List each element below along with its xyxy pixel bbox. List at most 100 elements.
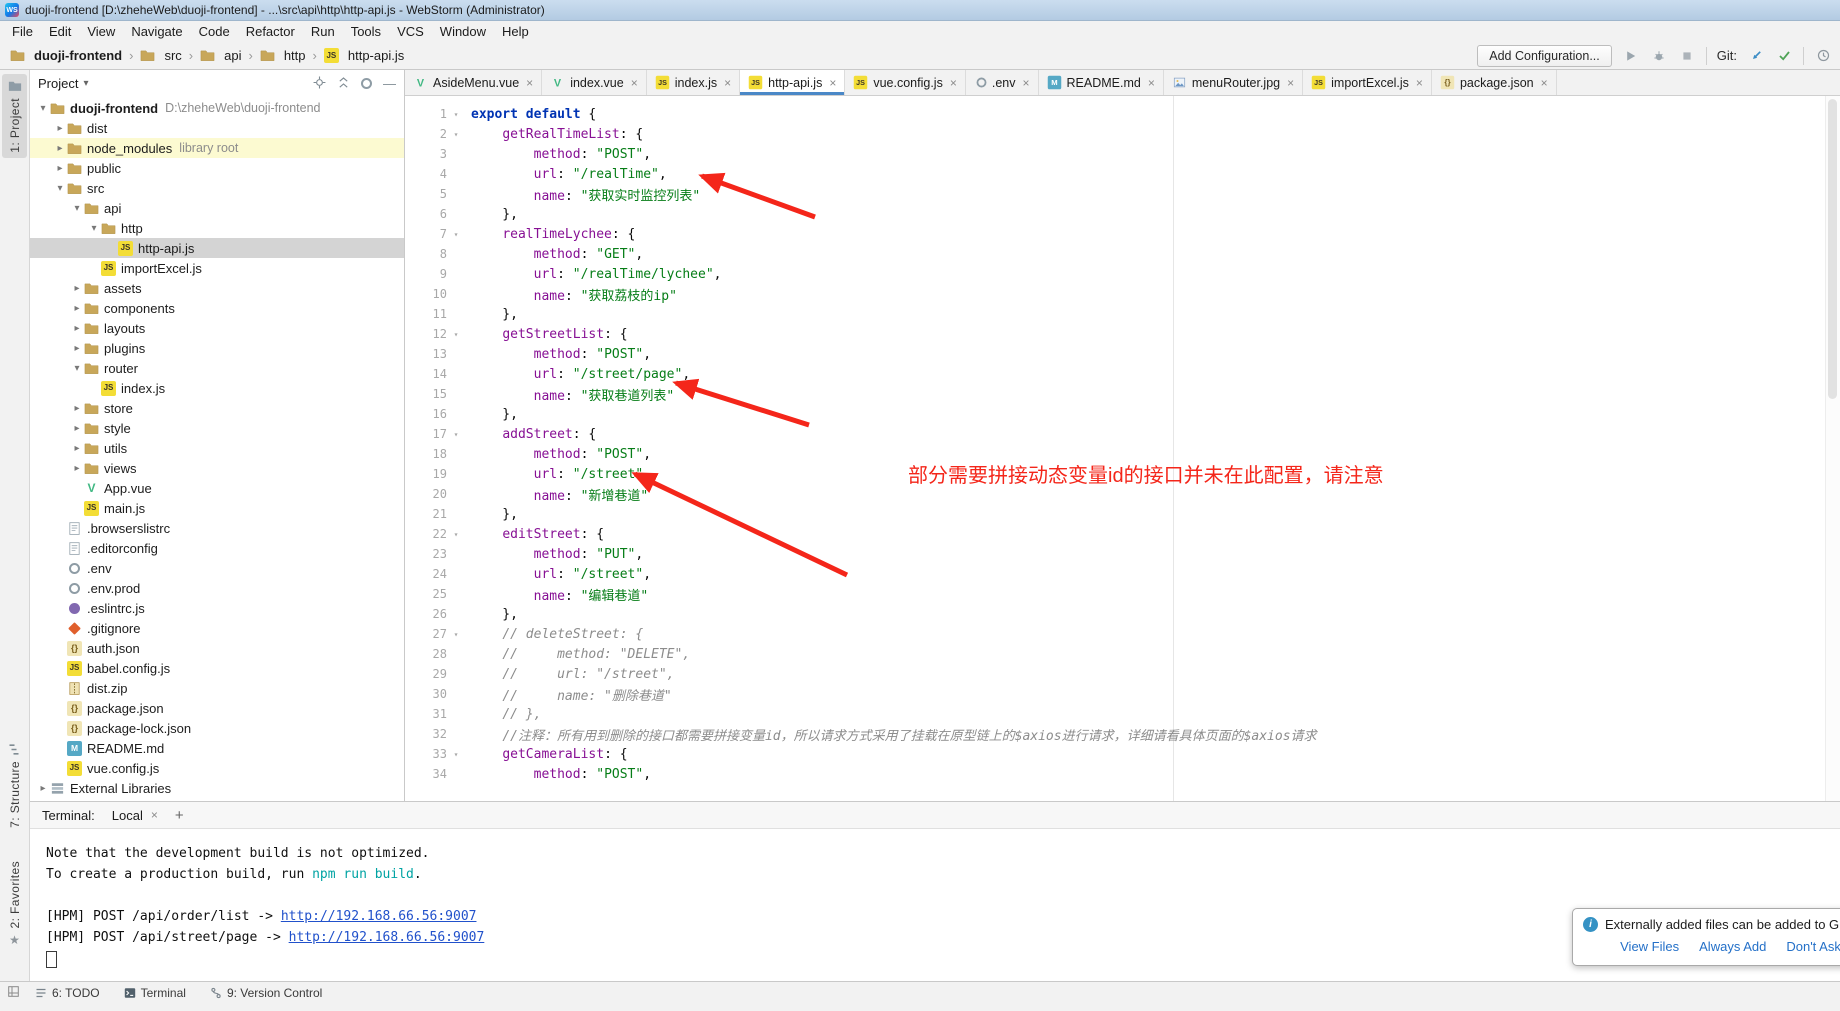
tab-menurouter-jpg[interactable]: menuRouter.jpg× xyxy=(1164,70,1303,95)
fold-region-icon[interactable]: ▾ xyxy=(447,130,465,139)
git-update-icon[interactable] xyxy=(1747,47,1765,65)
close-tab-icon[interactable]: × xyxy=(950,76,957,90)
tree-item-env[interactable]: .env xyxy=(30,558,404,578)
tree-item-browserslistrc[interactable]: .browserslistrc xyxy=(30,518,404,538)
code-line-32[interactable]: 32 //注释：所有用到删除的接口都需要拼接变量id，所以请求方式采用了挂载在原… xyxy=(405,724,1826,744)
editor[interactable]: 1▾export default {2▾ getRealTimeList: {3… xyxy=(405,96,1840,801)
tree-item-readme-md[interactable]: MREADME.md xyxy=(30,738,404,758)
tree-item-style[interactable]: ▸style xyxy=(30,418,404,438)
menu-file[interactable]: File xyxy=(4,21,41,42)
history-clock-icon[interactable] xyxy=(1814,47,1832,65)
scrollbar-thumb[interactable] xyxy=(1828,99,1837,399)
locate-file-icon[interactable] xyxy=(313,76,326,92)
status-6-todo[interactable]: 6: TODO xyxy=(35,986,100,1000)
tree-item-http-api-js[interactable]: JShttp-api.js xyxy=(30,238,404,258)
tree-collapse-icon[interactable]: ▾ xyxy=(87,223,101,234)
tree-collapse-icon[interactable]: ▾ xyxy=(70,363,84,374)
git-commit-icon[interactable] xyxy=(1775,47,1793,65)
collapse-all-icon[interactable] xyxy=(337,76,350,92)
code-line-6[interactable]: 6 }, xyxy=(405,204,1826,224)
tree-item-components[interactable]: ▸components xyxy=(30,298,404,318)
tree-item-index-js[interactable]: JSindex.js xyxy=(30,378,404,398)
tree-item-gitignore[interactable]: .gitignore xyxy=(30,618,404,638)
close-tab-icon[interactable]: × xyxy=(829,76,836,90)
tree-item-package-json[interactable]: {}package.json xyxy=(30,698,404,718)
tab-importexcel-js[interactable]: JSimportExcel.js× xyxy=(1303,70,1432,95)
tree-item-duoji-frontend[interactable]: ▾duoji-frontendD:\zheheWeb\duoji-fronten… xyxy=(30,98,404,118)
tree-expand-icon[interactable]: ▸ xyxy=(53,143,67,154)
code-line-34[interactable]: 34 method: "POST", xyxy=(405,764,1826,784)
close-tab-icon[interactable]: × xyxy=(526,76,533,90)
tree-item-node-modules[interactable]: ▸node_moduleslibrary root xyxy=(30,138,404,158)
hide-panel-icon[interactable]: — xyxy=(383,79,396,89)
menu-window[interactable]: Window xyxy=(432,21,494,42)
tab-package-json[interactable]: {}package.json× xyxy=(1432,70,1557,95)
tree-item-auth-json[interactable]: {}auth.json xyxy=(30,638,404,658)
tree-item-assets[interactable]: ▸assets xyxy=(30,278,404,298)
fold-region-icon[interactable]: ▾ xyxy=(447,530,465,539)
tree-expand-icon[interactable]: ▸ xyxy=(70,423,84,434)
tree-item-app-vue[interactable]: VApp.vue xyxy=(30,478,404,498)
menu-tools[interactable]: Tools xyxy=(343,21,389,42)
tree-expand-icon[interactable]: ▸ xyxy=(70,323,84,334)
terminal-output[interactable]: Note that the development build is not o… xyxy=(30,829,1840,972)
code-line-3[interactable]: 3 method: "POST", xyxy=(405,144,1826,164)
fold-region-icon[interactable]: ▾ xyxy=(447,630,465,639)
code-line-1[interactable]: 1▾export default { xyxy=(405,104,1826,124)
stop-icon[interactable] xyxy=(1678,47,1696,65)
tree-item-store[interactable]: ▸store xyxy=(30,398,404,418)
toolwindow-button-2-favorites[interactable]: 2: Favorites★ xyxy=(2,856,27,951)
tree-item-dist-zip[interactable]: dist.zip xyxy=(30,678,404,698)
tree-expand-icon[interactable]: ▸ xyxy=(70,303,84,314)
close-tab-icon[interactable]: × xyxy=(1416,76,1423,90)
tree-item-plugins[interactable]: ▸plugins xyxy=(30,338,404,358)
code-line-21[interactable]: 21 }, xyxy=(405,504,1826,524)
tree-item-http[interactable]: ▾http xyxy=(30,218,404,238)
tree-expand-icon[interactable]: ▸ xyxy=(70,463,84,474)
tree-expand-icon[interactable]: ▸ xyxy=(36,783,50,794)
tab-vue-config-js[interactable]: JSvue.config.js× xyxy=(845,70,966,95)
tree-collapse-icon[interactable]: ▾ xyxy=(70,203,84,214)
tab-http-api-js[interactable]: JShttp-api.js× xyxy=(740,70,845,95)
code-line-16[interactable]: 16 }, xyxy=(405,404,1826,424)
tree-expand-icon[interactable]: ▸ xyxy=(70,343,84,354)
breadcrumb-http-api-js[interactable]: JShttp-api.js xyxy=(322,47,406,64)
tree-item-layouts[interactable]: ▸layouts xyxy=(30,318,404,338)
tab-asidemenu-vue[interactable]: VAsideMenu.vue× xyxy=(405,70,542,95)
code-line-24[interactable]: 24 url: "/street", xyxy=(405,564,1826,584)
menu-vcs[interactable]: VCS xyxy=(389,21,432,42)
code-line-15[interactable]: 15 name: "获取巷道列表" xyxy=(405,384,1826,404)
menu-navigate[interactable]: Navigate xyxy=(123,21,190,42)
terminal-link[interactable]: http://192.168.66.56:9007 xyxy=(289,930,485,945)
terminal-tab-local[interactable]: Local × xyxy=(107,802,163,828)
notification-action-don-t-ask-again[interactable]: Don't Ask Again xyxy=(1786,939,1840,954)
tree-collapse-icon[interactable]: ▾ xyxy=(36,103,50,114)
notification-action-view-files[interactable]: View Files xyxy=(1620,939,1679,954)
code-line-31[interactable]: 31 // }, xyxy=(405,704,1826,724)
code-line-25[interactable]: 25 name: "编辑巷道" xyxy=(405,584,1826,604)
code-line-27[interactable]: 27▾ // deleteStreet: { xyxy=(405,624,1826,644)
code-line-2[interactable]: 2▾ getRealTimeList: { xyxy=(405,124,1826,144)
fold-region-icon[interactable]: ▾ xyxy=(447,110,465,119)
code-line-11[interactable]: 11 }, xyxy=(405,304,1826,324)
run-icon[interactable] xyxy=(1622,47,1640,65)
new-terminal-tab-button[interactable]: + xyxy=(175,807,184,824)
tree-item-src[interactable]: ▾src xyxy=(30,178,404,198)
tree-item-external-libraries[interactable]: ▸External Libraries xyxy=(30,778,404,798)
tree-item-editorconfig[interactable]: .editorconfig xyxy=(30,538,404,558)
tree-item-eslintrc-js[interactable]: .eslintrc.js xyxy=(30,598,404,618)
tree-collapse-icon[interactable]: ▾ xyxy=(53,183,67,194)
code-line-13[interactable]: 13 method: "POST", xyxy=(405,344,1826,364)
breadcrumb-duoji-frontend[interactable]: duoji-frontend xyxy=(8,47,124,64)
tab-index-js[interactable]: JSindex.js× xyxy=(647,70,740,95)
terminal-link[interactable]: http://192.168.66.56:9007 xyxy=(281,909,477,924)
code-line-23[interactable]: 23 method: "PUT", xyxy=(405,544,1826,564)
tab-env[interactable]: .env× xyxy=(966,70,1039,95)
code-line-17[interactable]: 17▾ addStreet: { xyxy=(405,424,1826,444)
tree-item-router[interactable]: ▾router xyxy=(30,358,404,378)
tree-item-vue-config-js[interactable]: JSvue.config.js xyxy=(30,758,404,778)
tree-item-utils[interactable]: ▸utils xyxy=(30,438,404,458)
menu-run[interactable]: Run xyxy=(303,21,343,42)
tab-index-vue[interactable]: Vindex.vue× xyxy=(542,70,647,95)
tree-item-api[interactable]: ▾api xyxy=(30,198,404,218)
